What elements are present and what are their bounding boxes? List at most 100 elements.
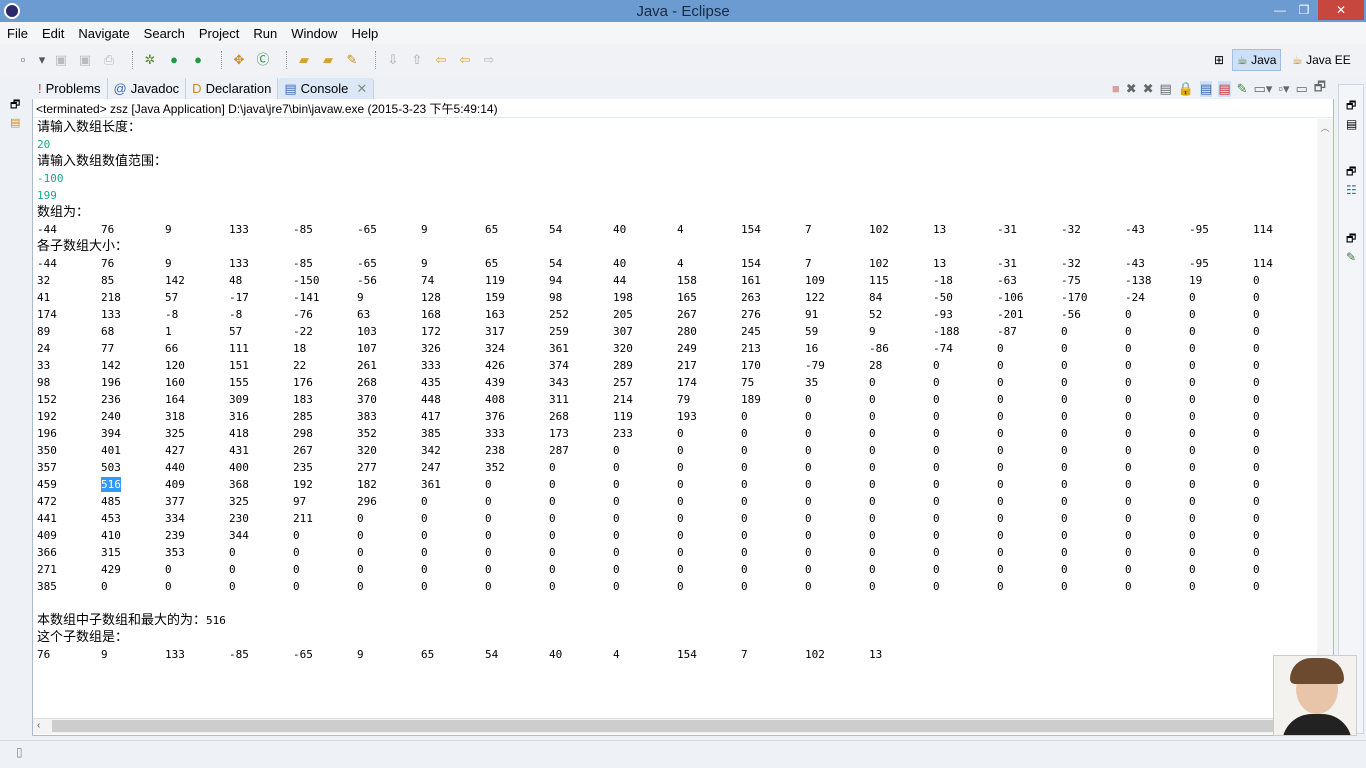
table-cell: 426 [485,359,505,372]
fast-view-icon[interactable]: ▯ [16,745,23,759]
new-icon[interactable]: ▫ [14,52,32,68]
menu-file[interactable]: File [7,26,28,41]
open-console-icon[interactable]: ▫▾ [1278,81,1289,97]
show-on-stderr-icon[interactable]: ▤ [1218,80,1231,97]
back-icon[interactable]: ⇦ [456,52,474,68]
console-output[interactable]: 请输入数组长度： 20 请输入数组数值范围： -100 199 数组为： -44… [33,119,1316,717]
table-cell: 418 [229,427,249,440]
maximize-view-icon[interactable]: 🗗 [1314,78,1326,100]
outline-icon[interactable]: ▤ [1346,117,1357,131]
menu-help[interactable]: Help [351,26,378,41]
remove-all-terminated-icon[interactable]: ✖ [1143,81,1154,97]
tab-problems[interactable]: ! Problems [32,78,108,99]
save-icon[interactable]: ▣ [52,52,70,68]
close-tab-icon[interactable]: ✕ [356,81,367,97]
menu-search[interactable]: Search [144,26,185,41]
menu-navigate[interactable]: Navigate [78,26,129,41]
table-cell: 0 [165,563,172,576]
window-title: Java - Eclipse [636,3,730,20]
vertical-scrollbar[interactable]: ︿ [1317,119,1333,717]
restore-icon[interactable]: 🗗 [10,96,20,115]
table-cell: 0 [1061,529,1068,542]
new-package-icon[interactable]: ✥ [230,52,248,68]
show-on-stdout-icon[interactable]: ▤ [1200,80,1213,97]
table-cell: -43 [1125,223,1145,236]
tasks-icon[interactable]: ✎ [1346,250,1356,264]
table-cell: 63 [357,308,371,321]
left-trim: 🗗 ▤ [4,84,28,734]
table-cell: -170 [1061,291,1088,304]
table-cell: 441 [37,512,57,525]
tab-javadoc[interactable]: @ Javadoc [108,78,187,99]
menu-run[interactable]: Run [253,26,277,41]
run-icon[interactable]: ● [165,52,183,68]
table-cell: 174 [677,376,697,389]
table-cell: 0 [1125,393,1132,406]
clear-console-icon[interactable]: ▤ [1160,81,1172,97]
prev-annotation-icon[interactable]: ⇧ [408,52,426,68]
minimize-view-icon[interactable]: ▭ [1295,81,1307,97]
table-cell: 503 [101,461,121,474]
open-perspective-button[interactable]: ⊞ [1210,49,1228,71]
table-cell: 0 [1253,376,1260,389]
table-cell: 0 [485,529,492,542]
tab-declaration[interactable]: D Declaration [186,78,279,99]
table-cell: 0 [805,580,812,593]
table-cell: 0 [1125,410,1132,423]
table-cell: 0 [1125,308,1132,321]
open-type-icon[interactable]: ▰ [295,52,313,68]
table-cell: 0 [1061,580,1068,593]
pin-console-icon[interactable]: ✎ [1237,81,1248,97]
run-external-icon[interactable]: ● [189,52,207,68]
perspective-javaee[interactable]: ☕ Java EE [1288,49,1355,71]
tab-console[interactable]: ▤ Console ✕ [278,78,375,99]
remove-launch-icon[interactable]: ✖ [1126,81,1137,97]
dropdown-icon[interactable]: ▾ [38,52,46,68]
forward-icon[interactable]: ⇨ [480,52,498,68]
save-all-icon[interactable]: ▣ [76,52,94,68]
close-button[interactable]: ✕ [1318,0,1364,20]
search-icon[interactable]: ✎ [343,52,361,68]
scroll-lock-icon[interactable]: 🔒 [1178,81,1194,97]
open-folder-icon[interactable]: ▰ [319,52,337,68]
table-cell: 233 [613,427,633,440]
table-cell: 238 [485,444,505,457]
table-cell: 316 [229,410,249,423]
terminate-icon[interactable]: ■ [1112,81,1120,96]
debug-icon[interactable]: ✲ [141,52,159,68]
display-console-icon[interactable]: ▭▾ [1254,81,1273,97]
hierarchy-icon[interactable]: ☷ [1346,183,1357,197]
table-cell: 0 [613,546,620,559]
table-cell: 0 [741,529,748,542]
table-cell: 267 [293,444,313,457]
new-class-icon[interactable]: Ⓒ [254,52,272,68]
table-cell: 0 [293,580,300,593]
menu-window[interactable]: Window [291,26,337,41]
table-cell: 0 [869,529,876,542]
table-cell: 353 [165,546,185,559]
tab-label: Declaration [205,81,272,96]
table-cell: 109 [805,274,825,287]
restore-icon[interactable]: 🗗 [1346,163,1356,182]
menu-edit[interactable]: Edit [42,26,64,41]
table-cell: 0 [869,393,876,406]
table-cell: 0 [1125,325,1132,338]
table-cell: 182 [357,478,377,491]
scroll-left-icon[interactable]: ‹ [37,720,40,731]
print-icon[interactable]: ⎙ [100,52,118,68]
table-cell: 0 [933,529,940,542]
package-explorer-icon[interactable]: ▤ [10,116,20,129]
maximize-button[interactable]: ❐ [1290,0,1318,20]
restore-icon[interactable]: 🗗 [1346,97,1356,116]
horizontal-scroll-thumb[interactable] [52,720,1314,732]
scroll-up-icon[interactable]: ︿ [1317,121,1333,134]
table-cell: 357 [37,461,57,474]
menu-project[interactable]: Project [199,26,239,41]
perspective-java[interactable]: ☕ Java [1232,49,1282,71]
table-cell: 0 [1125,580,1132,593]
last-edit-icon[interactable]: ⇦ [432,52,450,68]
table-cell: -141 [293,291,320,304]
restore-icon[interactable]: 🗗 [1346,230,1356,249]
table-cell: 0 [1253,359,1260,372]
next-annotation-icon[interactable]: ⇩ [384,52,402,68]
